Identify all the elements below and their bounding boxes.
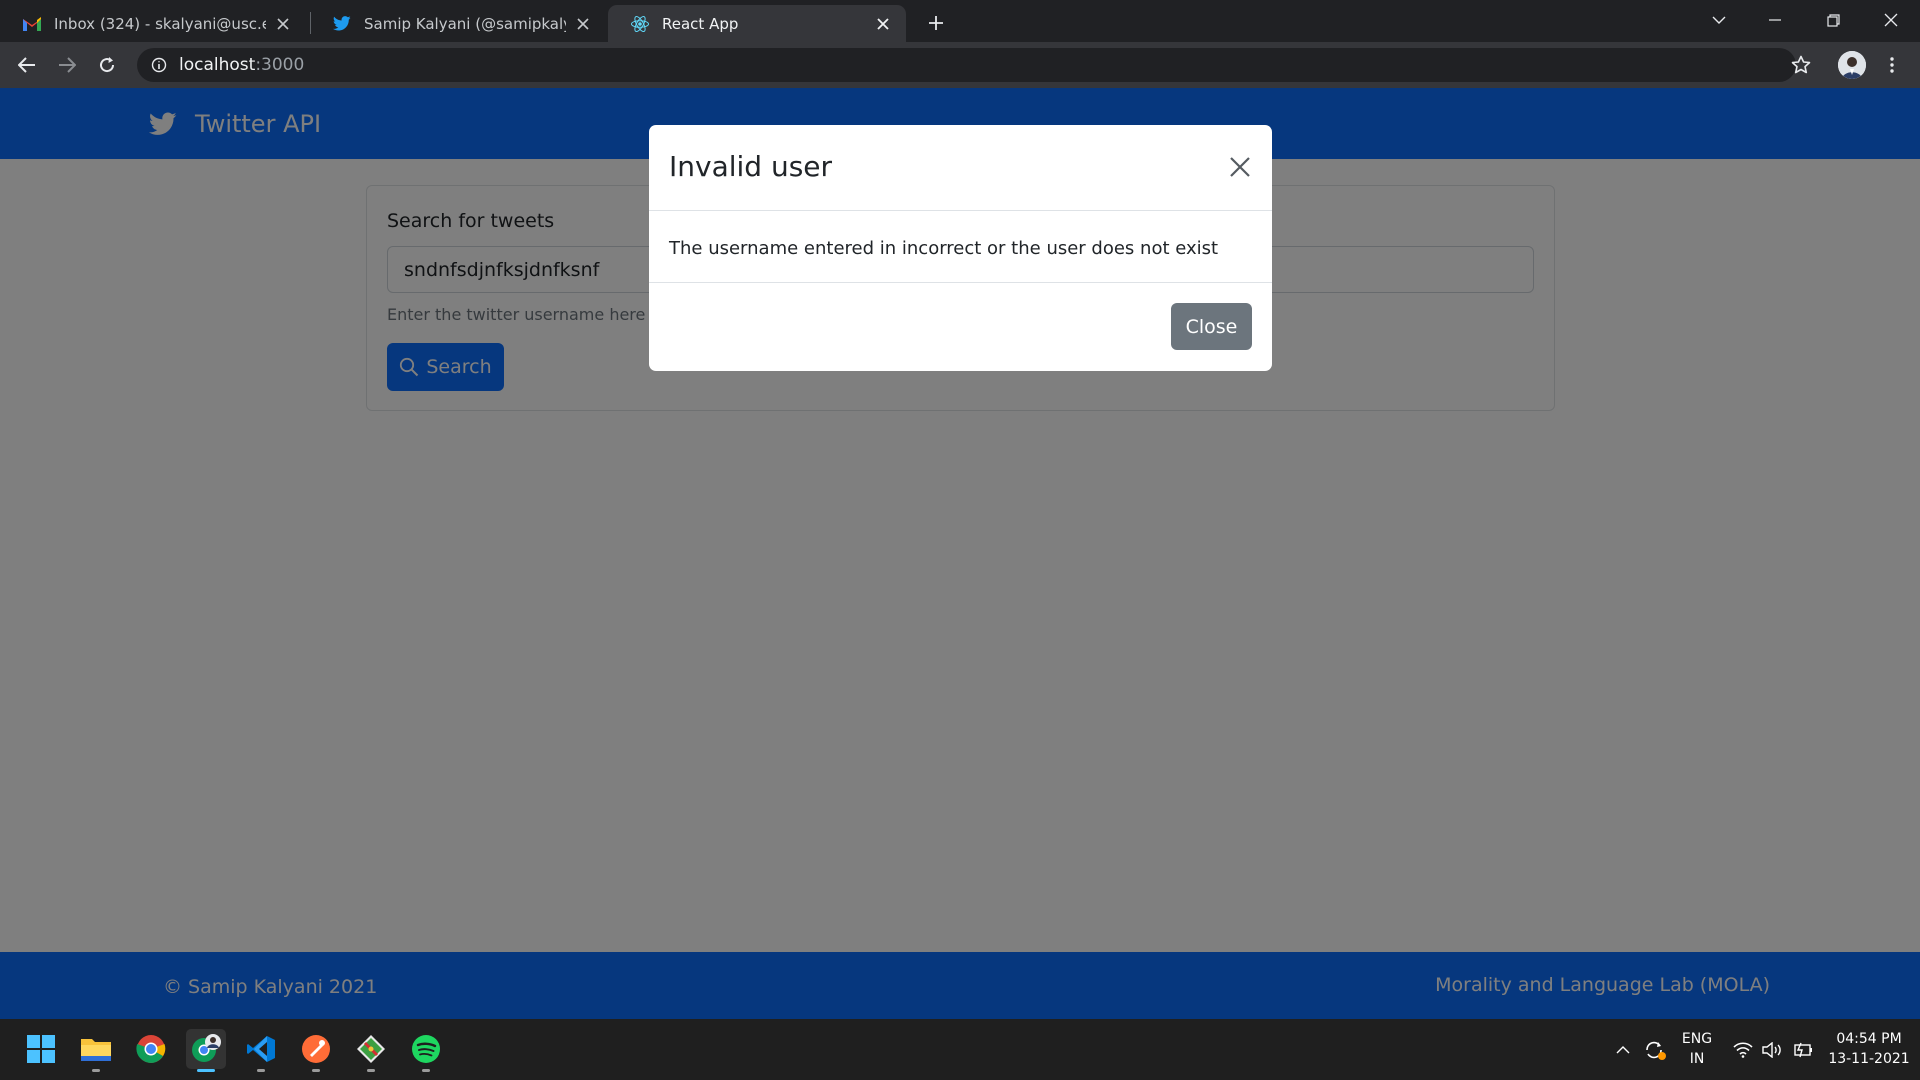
- tab-title: React App: [662, 14, 739, 33]
- react-icon: [630, 14, 650, 34]
- battery-icon[interactable]: [1789, 1019, 1815, 1080]
- clock[interactable]: 04:54 PM 13-11-2021: [1824, 1029, 1914, 1069]
- spotify-icon[interactable]: [406, 1029, 446, 1072]
- windows-taskbar: ENG IN 04:54 PM 13-11-2021: [0, 1019, 1920, 1080]
- reload-button[interactable]: [92, 50, 122, 80]
- new-tab-button[interactable]: [922, 9, 950, 37]
- close-icon[interactable]: [274, 15, 292, 33]
- language-indicator[interactable]: ENG IN: [1675, 1029, 1719, 1069]
- wifi-icon[interactable]: [1730, 1019, 1756, 1080]
- star-icon: [1791, 55, 1811, 74]
- window-close-button[interactable]: [1863, 0, 1919, 40]
- running-indicator: [257, 1069, 265, 1072]
- running-indicator: [422, 1069, 430, 1072]
- address-bar[interactable]: localhost:3000: [137, 48, 1796, 82]
- git-icon[interactable]: [351, 1029, 391, 1072]
- language-line-1: ENG: [1681, 1031, 1713, 1047]
- sync-status-icon[interactable]: [1640, 1019, 1670, 1080]
- url-host: localhost: [179, 55, 256, 75]
- reload-icon: [100, 57, 115, 73]
- restore-icon: [1826, 13, 1840, 27]
- avatar-icon: [1838, 51, 1866, 79]
- invalid-user-modal: Invalid user The username entered in inc…: [649, 125, 1272, 371]
- language-line-2: IN: [1689, 1051, 1705, 1067]
- tab-strip: Inbox (324) - skalyani@usc.edu - Samip K…: [0, 0, 1920, 42]
- gmail-icon: [22, 14, 42, 34]
- modal-header: Invalid user: [649, 125, 1272, 211]
- modal-title: Invalid user: [669, 150, 833, 183]
- active-indicator: [197, 1069, 215, 1072]
- url-port: :3000: [255, 55, 305, 75]
- chrome-profile-icon[interactable]: [186, 1029, 226, 1072]
- forward-button[interactable]: [52, 50, 82, 80]
- close-button[interactable]: Close: [1171, 303, 1252, 350]
- arrow-left-icon: [18, 57, 35, 73]
- minimize-button[interactable]: [1747, 0, 1803, 40]
- chevron-down-icon: [1712, 16, 1726, 24]
- close-icon[interactable]: [574, 15, 592, 33]
- twitter-icon: [332, 14, 352, 34]
- tab-gmail[interactable]: Inbox (324) - skalyani@usc.edu -: [0, 5, 306, 42]
- close-icon: [1230, 157, 1250, 177]
- show-hidden-icons-button[interactable]: [1611, 1019, 1635, 1080]
- tab-react-app[interactable]: React App: [608, 5, 906, 42]
- back-button[interactable]: [12, 50, 42, 80]
- minimize-icon: [1769, 19, 1781, 21]
- tab-twitter[interactable]: Samip Kalyani (@samipkalyani) /: [310, 5, 606, 42]
- chrome-icon[interactable]: [131, 1029, 171, 1069]
- modal-close-x-button[interactable]: [1227, 154, 1253, 180]
- more-vertical-icon: [1890, 57, 1894, 73]
- windows-start-icon[interactable]: [21, 1029, 61, 1069]
- modal-body-text: The username entered in incorrect or the…: [669, 238, 1219, 259]
- arrow-right-icon: [59, 57, 76, 73]
- browser-menu-button[interactable]: [1880, 51, 1904, 79]
- clock-date: 13-11-2021: [1828, 1051, 1910, 1067]
- tab-title: Inbox (324) - skalyani@usc.edu -: [54, 14, 266, 33]
- profile-avatar[interactable]: [1838, 51, 1866, 79]
- running-indicator: [367, 1069, 375, 1072]
- restore-button[interactable]: [1805, 0, 1861, 40]
- close-icon: [1884, 13, 1898, 27]
- browser-toolbar: localhost:3000: [0, 42, 1920, 88]
- tab-title: Samip Kalyani (@samipkalyani) /: [364, 14, 566, 33]
- close-icon[interactable]: [874, 15, 892, 33]
- volume-icon[interactable]: [1759, 1019, 1785, 1080]
- modal-footer: Close: [649, 282, 1272, 371]
- bookmark-button[interactable]: [1787, 51, 1815, 79]
- running-indicator: [92, 1069, 100, 1072]
- postman-icon[interactable]: [296, 1029, 336, 1072]
- plus-icon: [929, 16, 943, 30]
- info-icon: [151, 57, 167, 73]
- running-indicator: [312, 1069, 320, 1072]
- page-viewport: Twitter API Search for tweets sndnfsdjnf…: [0, 88, 1920, 1019]
- file-explorer-icon[interactable]: [76, 1029, 116, 1072]
- tab-search-button[interactable]: [1691, 0, 1747, 40]
- clock-time: 04:54 PM: [1836, 1031, 1902, 1047]
- chevron-up-icon: [1616, 1045, 1630, 1053]
- vscode-icon[interactable]: [241, 1029, 281, 1072]
